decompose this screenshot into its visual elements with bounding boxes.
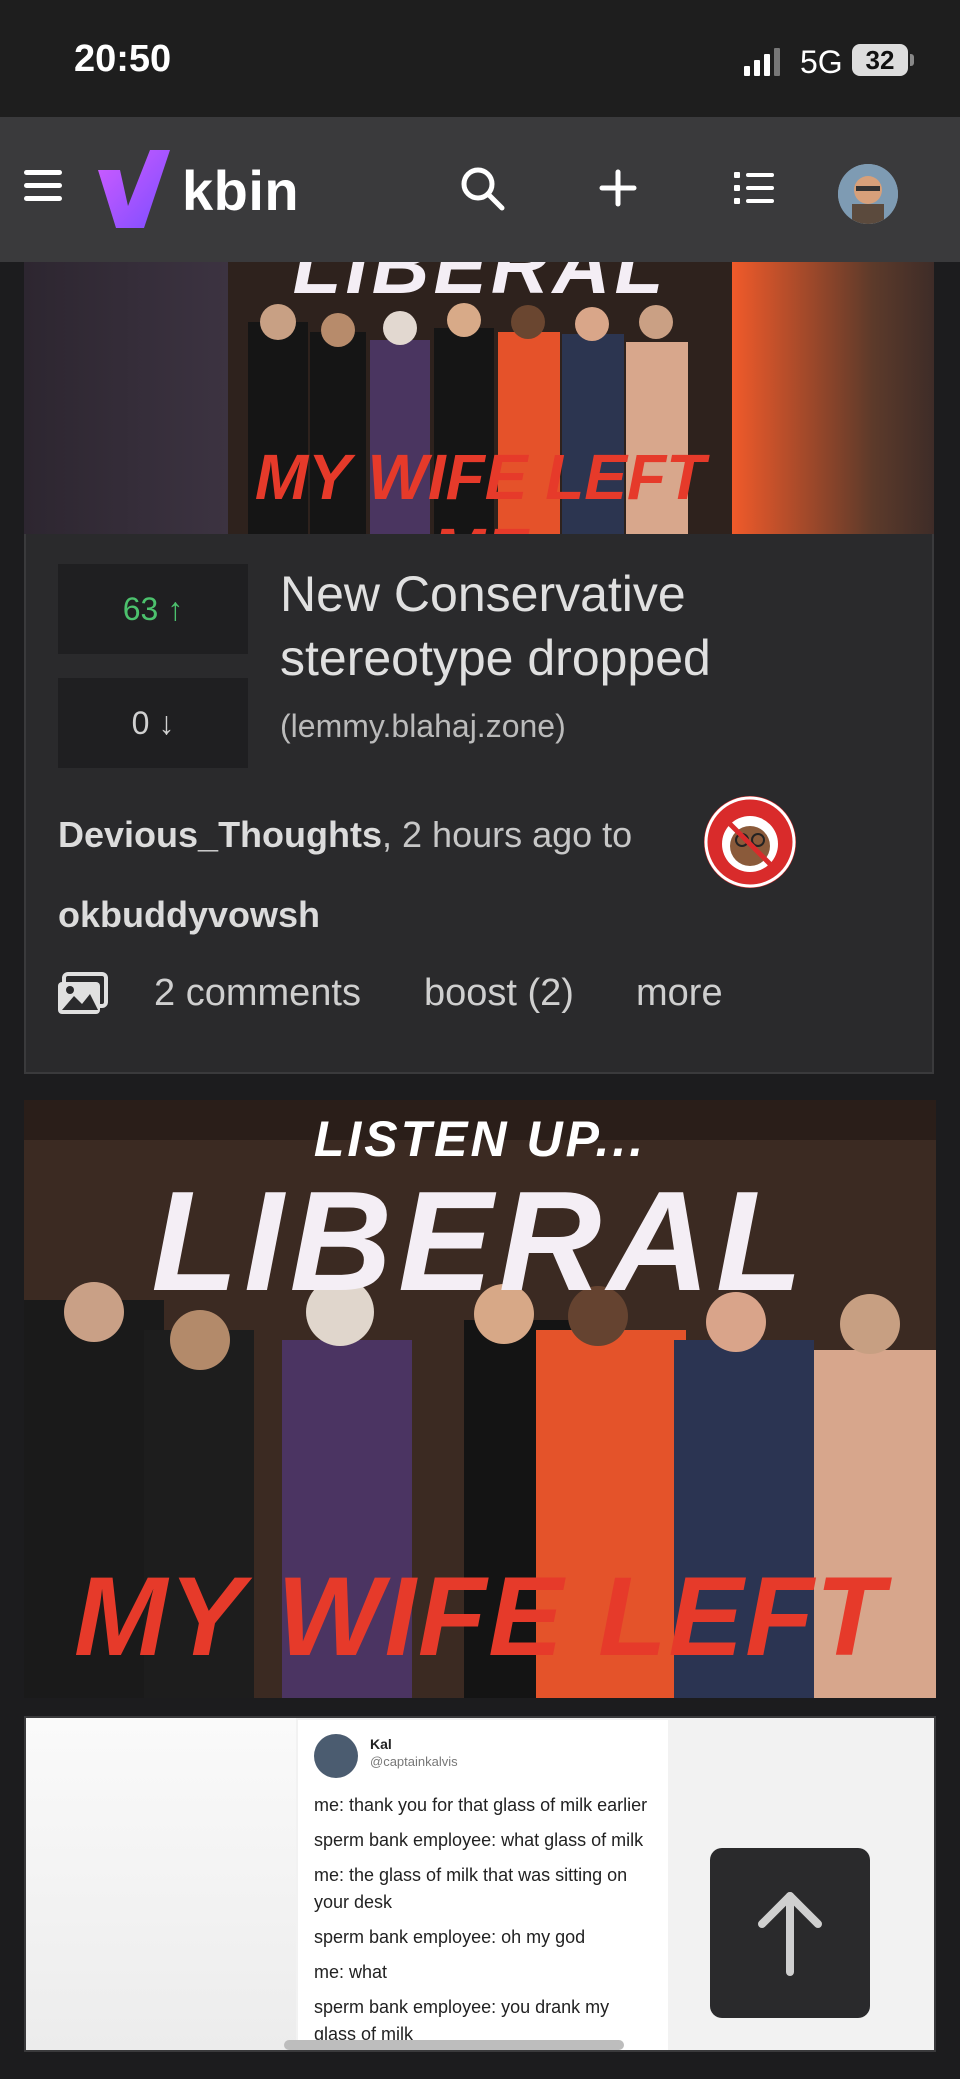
arrow-down-icon: ↓ [158, 705, 175, 741]
tweet-name: Kal [370, 1736, 392, 1752]
gallery-icon[interactable] [56, 972, 108, 1016]
menu-icon[interactable] [24, 170, 62, 204]
arrow-up-icon: ↑ [167, 591, 184, 627]
horizontal-scrollbar[interactable] [284, 2040, 624, 2050]
post-author[interactable]: Devious_Thoughts [58, 814, 382, 855]
scroll-to-top-button[interactable] [710, 1848, 870, 2018]
tweet-image: Kal @captainkalvis me: thank you for tha… [298, 1720, 668, 2050]
status-bar: 20:50 5G 32 [0, 0, 960, 117]
thumbnail-bottom-text: MY WIFE LEFT ME [254, 441, 706, 534]
post-meta: Devious_Thoughts, 2 hours ago to [58, 814, 632, 856]
list-icon[interactable] [730, 164, 778, 212]
brand-name[interactable]: kbin [182, 158, 299, 223]
more-button[interactable]: more [636, 972, 723, 1015]
thumbnail-image: LIBERAL MY WIFE LEFT ME [228, 262, 732, 534]
battery-icon: 32 [852, 44, 908, 76]
tweet-blur-left [26, 1718, 296, 2050]
upvote-count: 63 [122, 591, 159, 627]
add-icon[interactable] [594, 164, 642, 212]
post-image[interactable]: LISTEN UP... LIBERAL MY WIFE LEFT ME [24, 1100, 936, 1698]
thumbnail-blur-right [732, 262, 934, 534]
tweet-line: me: what [314, 1962, 388, 1982]
post-thumbnail[interactable]: LIBERAL MY WIFE LEFT ME [24, 262, 934, 534]
battery-tip [910, 54, 914, 66]
tweet-text: me: thank you for that glass of milk ear… [314, 1792, 654, 2050]
status-time: 20:50 [74, 38, 172, 80]
image-liberal-text: LIBERAL [151, 1162, 809, 1321]
tweet-line: me: thank you for that glass of milk ear… [314, 1795, 648, 1815]
tweet-line: sperm bank employee: what glass of milk [314, 1830, 644, 1850]
tweet-handle: @captainkalvis [370, 1754, 458, 1769]
user-avatar[interactable] [838, 164, 898, 224]
post-time: , 2 hours ago to [382, 814, 633, 855]
tweet-line: sperm bank employee: oh my god [314, 1927, 586, 1947]
thumbnail-liberal-text: LIBERAL [292, 262, 668, 310]
signal-icon [744, 48, 780, 76]
post-domain[interactable]: (lemmy.blahaj.zone) [280, 708, 566, 745]
post-title[interactable]: New Conservative stereotype dropped [280, 562, 880, 690]
comments-link[interactable]: 2 comments [154, 972, 361, 1015]
boost-button[interactable]: boost (2) [424, 972, 574, 1015]
search-icon[interactable] [458, 164, 506, 212]
image-bottom-text: MY WIFE LEFT ME [73, 1554, 887, 1698]
tweet-line: me: the glass of milk that was sitting o… [314, 1865, 628, 1912]
downvote-count: 0 [131, 705, 150, 741]
kbin-logo-icon[interactable] [98, 150, 170, 228]
tweet-avatar [314, 1734, 358, 1778]
network-label: 5G [800, 44, 843, 80]
community-link[interactable]: okbuddyvowsh [58, 894, 320, 936]
upvote-button[interactable]: 63 ↑ [58, 564, 248, 654]
arrow-up-icon [758, 1892, 822, 1976]
downvote-button[interactable]: 0 ↓ [58, 678, 248, 768]
thumbnail-blur-left [24, 262, 228, 534]
community-icon[interactable] [704, 796, 796, 888]
